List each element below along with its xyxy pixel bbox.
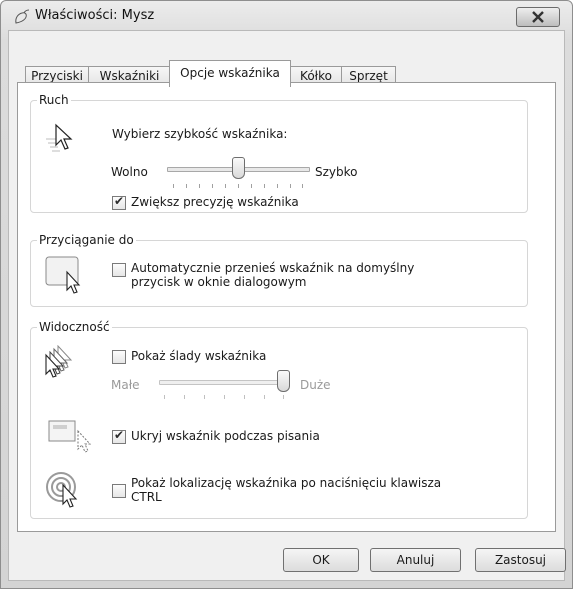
slow-label: Wolno bbox=[111, 165, 148, 179]
close-button[interactable] bbox=[516, 7, 560, 27]
fast-label: Szybko bbox=[315, 165, 358, 179]
tab-label: Opcje wskaźnika bbox=[180, 66, 280, 80]
precision-label: Zwiększ precyzję wskaźnika bbox=[131, 195, 299, 209]
tab-label: Sprzęt bbox=[349, 69, 388, 83]
hide-while-typing-checkbox[interactable]: ✔ bbox=[112, 428, 126, 444]
speed-slider-thumb[interactable] bbox=[232, 157, 245, 179]
ok-button-label: OK bbox=[312, 553, 330, 567]
speed-label: Wybierz szybkość wskaźnika: bbox=[112, 127, 288, 141]
trails-long-label: Duże bbox=[300, 378, 331, 392]
snap-to-button-icon bbox=[45, 256, 81, 294]
checkmark-icon: ✔ bbox=[114, 428, 125, 442]
trails-slider-ticks bbox=[164, 395, 284, 400]
show-location-ctrl-icon bbox=[46, 472, 78, 508]
apply-button[interactable]: Zastosuj bbox=[475, 548, 566, 572]
tab-panel-pointer-options: Ruch Wybierz szybkość wskaźnika: Wolno S… bbox=[17, 82, 556, 532]
apply-button-label: Zastosuj bbox=[494, 553, 547, 567]
hide-while-typing-icon bbox=[48, 420, 92, 453]
tab-label: Przyciski bbox=[31, 69, 83, 83]
trails-short-label: Małe bbox=[111, 378, 140, 392]
pointer-trails-checkbox[interactable] bbox=[112, 350, 126, 364]
trails-slider-thumb[interactable] bbox=[277, 370, 290, 392]
speed-slider-ticks bbox=[173, 184, 303, 189]
snap-to-label-line2: przycisk w oknie dialogowym bbox=[131, 275, 307, 289]
show-location-ctrl-label-line1: Pokaż lokalizację wskaźnika po naciśnięc… bbox=[131, 476, 442, 490]
pointer-trails-icon bbox=[45, 345, 73, 378]
close-icon bbox=[532, 11, 544, 23]
tab-pointer-options[interactable]: Opcje wskaźnika bbox=[169, 60, 291, 87]
show-location-ctrl-label-line2: CTRL bbox=[131, 490, 162, 504]
tab-label: Kółko bbox=[300, 69, 332, 83]
motion-legend: Ruch bbox=[39, 93, 69, 107]
show-location-ctrl-checkbox[interactable] bbox=[112, 484, 126, 498]
tab-label: Wskaźniki bbox=[99, 69, 160, 83]
title-bar[interactable]: Właściwości: Mysz bbox=[1, 1, 572, 31]
visibility-legend: Widoczność bbox=[39, 320, 110, 334]
ok-button[interactable]: OK bbox=[283, 548, 359, 572]
snap-to-checkbox[interactable] bbox=[112, 263, 126, 277]
snap-to-label-line1: Automatycznie przenieś wskaźnik na domyś… bbox=[131, 261, 415, 275]
mouse-icon bbox=[15, 9, 30, 24]
cancel-button-label: Anuluj bbox=[396, 553, 435, 567]
precision-checkbox[interactable]: ✔ bbox=[112, 194, 126, 210]
cancel-button[interactable]: Anuluj bbox=[370, 548, 461, 572]
trails-slider-track[interactable] bbox=[159, 380, 290, 385]
pointer-trails-label: Pokaż ślady wskaźnika bbox=[131, 349, 267, 363]
pointer-speed-icon bbox=[46, 123, 73, 152]
hide-while-typing-label: Ukryj wskaźnik podczas pisania bbox=[131, 429, 320, 443]
checkmark-icon: ✔ bbox=[114, 194, 125, 208]
snap-to-legend: Przyciąganie do bbox=[39, 233, 134, 247]
window-title: Właściwości: Mysz bbox=[35, 8, 155, 23]
